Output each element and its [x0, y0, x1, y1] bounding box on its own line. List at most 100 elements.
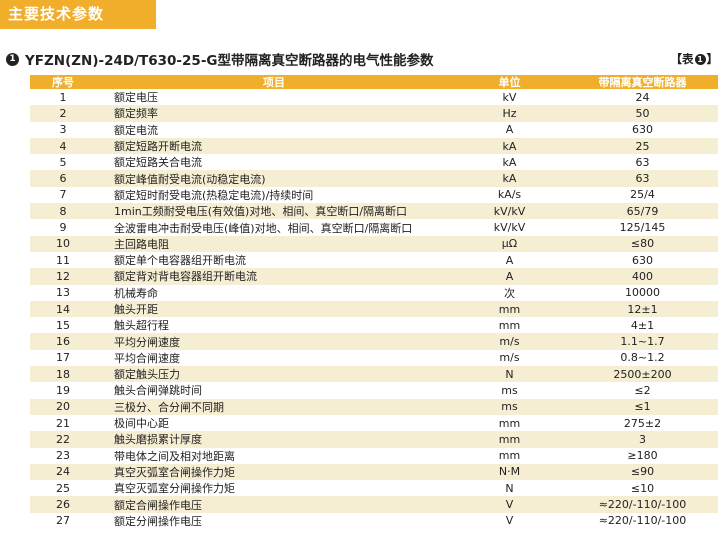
cell-unit: mm: [498, 302, 521, 316]
cell-value: ≥180: [627, 449, 658, 463]
cell-unit: ms: [501, 383, 518, 397]
cell-unit: m/s: [499, 351, 520, 365]
cell-no: 21: [56, 416, 70, 430]
cell-unit: A: [505, 253, 514, 267]
table-row: 24 真空灭弧室合闸操作力矩 N·M ≤90: [30, 463, 718, 481]
cell-no: 12: [56, 269, 70, 283]
table-row: 5 额定短路关合电流 kA 63: [30, 154, 718, 170]
table-row: 11 额定单个电容器组开断电流 A 630: [30, 252, 718, 268]
cell-unit: Hz: [502, 106, 517, 120]
header-item: 项目: [263, 76, 285, 89]
table-row: 20 三极分、合分闸不同期 ms ≤1: [30, 398, 718, 415]
cell-unit: kA: [502, 155, 517, 169]
cell-item: 触头合闸弹跳时间: [114, 384, 202, 398]
cell-item: 额定频率: [114, 107, 158, 121]
cell-unit: mm: [498, 416, 521, 430]
table-row: 18 额定触头压力 N 2500±200: [30, 366, 718, 383]
cell-no: 26: [56, 498, 70, 512]
spec-table: 序号 项目 单位 带隔离真空断路器 1 额定电压 kV 24 2 额定频率 Hz 50 3 额定电…: [30, 75, 718, 529]
cell-no: 13: [56, 286, 70, 300]
cell-no: 10: [56, 237, 70, 251]
cell-item: 三极分、合分闸不同期: [114, 400, 224, 414]
cell-item: 1min工频耐受电压(有效值)对地、相间、真空断口/隔离断口: [114, 205, 408, 219]
cell-no: 1: [59, 90, 67, 104]
cell-value: ≤10: [630, 481, 655, 495]
cell-value: 63: [635, 155, 650, 169]
cell-value: 63: [635, 172, 650, 186]
cell-unit: A: [505, 123, 514, 137]
cell-item: 额定电流: [114, 123, 158, 137]
cell-item: 额定短路开断电流: [114, 140, 202, 154]
cell-value: ≤1: [634, 400, 651, 414]
cell-value: 24: [635, 90, 650, 104]
cell-no: 14: [56, 302, 70, 316]
cell-item: 额定短路关合电流: [114, 156, 202, 170]
table-row: 6 额定峰值耐受电流(动稳定电流) kA 63: [30, 170, 718, 187]
cell-item: 平均分闸速度: [114, 335, 180, 349]
cell-unit: kV/kV: [493, 204, 526, 218]
cell-item: 平均合闸速度: [114, 351, 180, 365]
table-ref-number: 1: [694, 53, 706, 65]
table-row: 9 全波雷电冲击耐受电压(峰值)对地、相间、真空断口/隔离断口 kV/kV 125/1…: [30, 219, 718, 235]
cell-item: 触头磨损累计厚度: [114, 433, 202, 447]
cell-value: 25: [635, 139, 650, 153]
table-row: 14 触头开距 mm 12±1: [30, 300, 718, 318]
table-caption: 1 YFZN(ZN)-24D/T630-25-G型带隔离真空断路器的电气性能参数…: [6, 49, 718, 69]
table-row: 2 额定频率 Hz 50: [30, 105, 718, 122]
cell-no: 3: [59, 123, 67, 137]
cell-no: 24: [56, 465, 70, 479]
cell-unit: N·M: [498, 465, 521, 479]
cell-item: 触头超行程: [114, 319, 169, 333]
cell-unit: kV/kV: [493, 221, 526, 235]
cell-item: 额定背对背电容器组开断电流: [114, 270, 257, 284]
cell-value: 4±1: [630, 318, 655, 332]
table-row: 15 触头超行程 mm 4±1: [30, 317, 718, 333]
table-row: 17 平均合闸速度 m/s 0.8~1.2: [30, 350, 718, 366]
cell-value: 3: [639, 432, 646, 446]
table-row: 13 机械寿命 次 10000: [30, 285, 718, 301]
header-no: 序号: [52, 76, 74, 89]
caption-number-badge: 1: [6, 52, 19, 66]
cell-value: 10000: [625, 286, 660, 300]
table-row: 23 带电体之间及相对地距离 mm ≥180: [30, 448, 718, 464]
cell-value: 50: [635, 106, 650, 120]
cell-no: 4: [59, 139, 67, 153]
cell-value: 2500±200: [613, 367, 672, 381]
cell-no: 7: [59, 188, 67, 202]
cell-item: 真空灭弧室分闸操作力矩: [114, 482, 235, 496]
cell-unit: mm: [498, 432, 521, 446]
cell-value: 630: [632, 253, 653, 267]
cell-no: 9: [59, 221, 67, 235]
cell-value: ≈220/-110/-100: [598, 498, 687, 512]
cell-unit: mm: [498, 318, 521, 332]
table-title: YFZN(ZN)-24D/T630-25-G型带隔离真空断路器的电气性能参数: [25, 53, 434, 69]
cell-no: 27: [56, 514, 70, 528]
table-row: 22 触头磨损累计厚度 mm 3: [30, 431, 718, 448]
cell-no: 15: [56, 318, 70, 332]
table-row: 26 额定合闸操作电压 V ≈220/-110/-100: [30, 496, 718, 513]
table-row: 1 额定电压 kV 24: [30, 89, 718, 105]
table-row: 21 极间中心距 mm 275±2: [30, 415, 718, 431]
cell-value: ≤80: [630, 237, 655, 251]
cell-unit: m/s: [499, 335, 520, 349]
cell-item: 全波雷电冲击耐受电压(峰值)对地、相间、真空断口/隔离断口: [114, 221, 413, 235]
cell-value: 0.8~1.2: [620, 351, 665, 365]
cell-item: 真空灭弧室合闸操作力矩: [114, 465, 235, 479]
cell-no: 23: [56, 449, 70, 463]
cell-value: 275±2: [623, 416, 662, 430]
cell-no: 6: [59, 172, 67, 186]
table-row: 7 额定短时耐受电流(热稳定电流)/持续时间 kA/s 25/4: [30, 187, 718, 203]
cell-unit: kA: [502, 139, 517, 153]
header-value: 带隔离真空断路器: [598, 76, 687, 89]
table-row: 27 额定分闸操作电压 V ≈220/-110/-100: [30, 513, 718, 529]
cell-no: 22: [56, 432, 70, 446]
cell-no: 11: [56, 253, 70, 267]
cell-item: 额定单个电容器组开断电流: [114, 254, 246, 268]
table-row: 12 额定背对背电容器组开断电流 A 400: [30, 268, 718, 285]
cell-unit: A: [505, 269, 514, 283]
cell-item: 极间中心距: [114, 417, 169, 431]
table-reference: 【表 1 】: [671, 51, 719, 67]
cell-unit: μΩ: [501, 237, 518, 251]
cell-value: 125/145: [619, 221, 666, 235]
cell-value: ≤90: [630, 465, 655, 479]
